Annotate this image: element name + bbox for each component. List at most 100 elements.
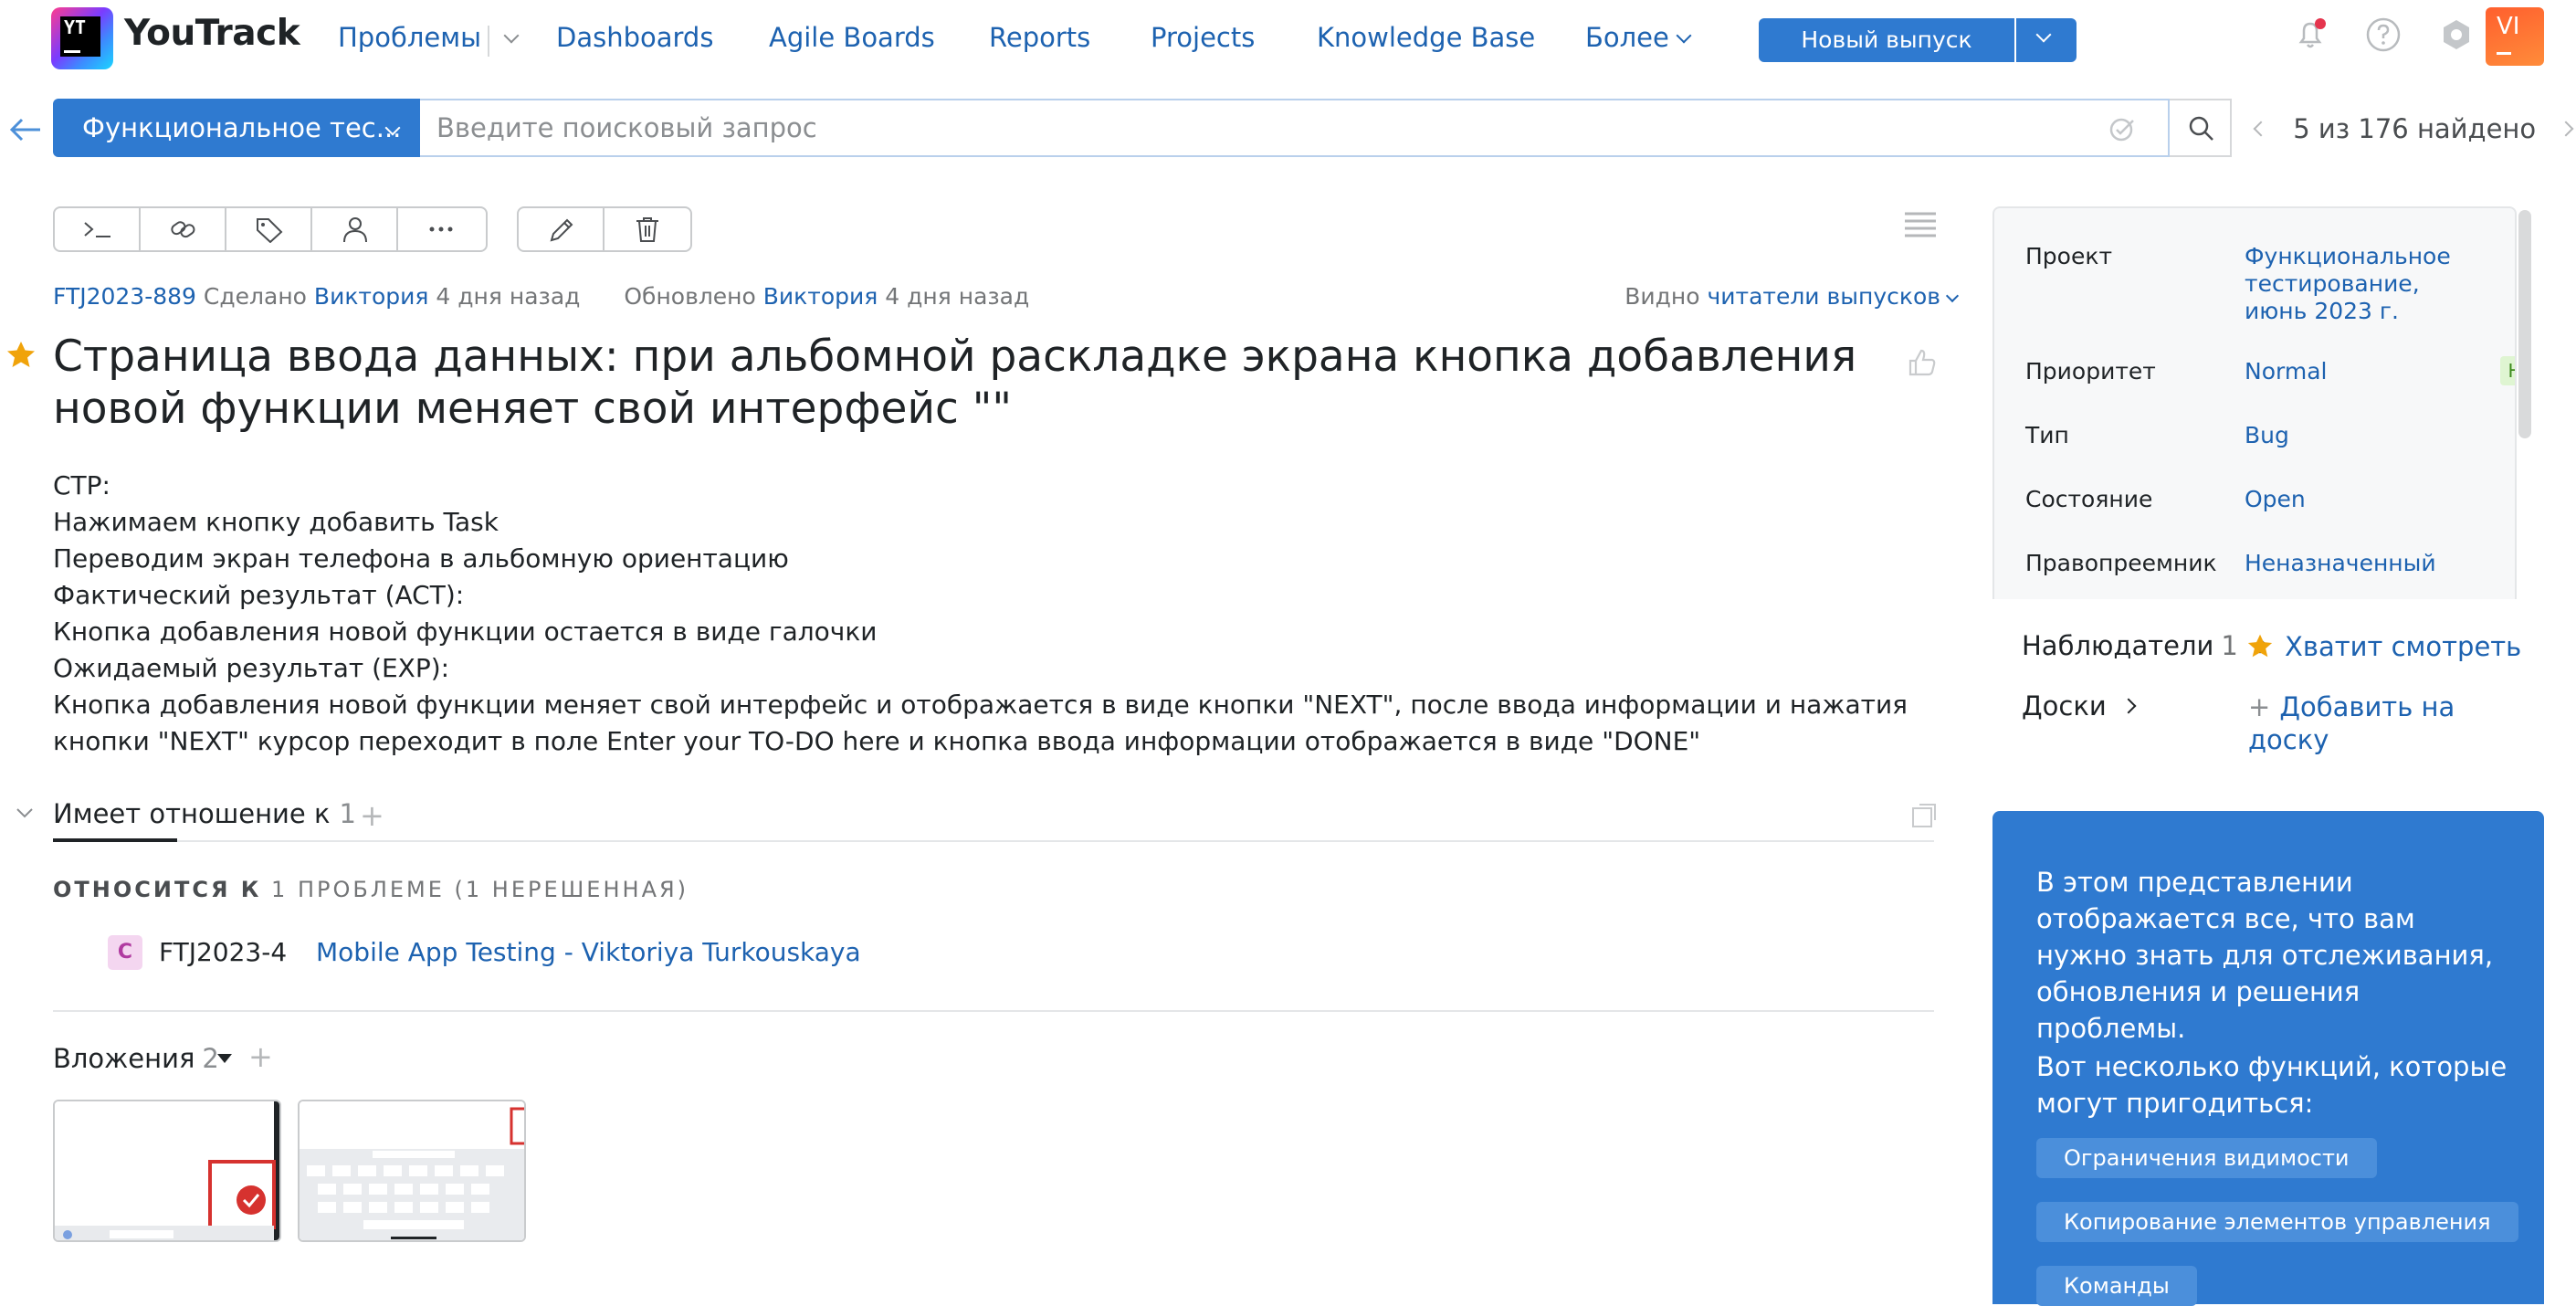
field-state[interactable]: Состояние Open [2025, 486, 2306, 512]
tab-relates-to[interactable]: Имеет отношение к 1 [53, 798, 356, 829]
onboarding-card: В этом представлении отображается все, ч… [1992, 811, 2544, 1306]
assignee-button[interactable] [312, 208, 398, 250]
created-prefix: Сделано [203, 283, 307, 310]
feature-chip-copy-controls[interactable]: Копирование элементов управления [2036, 1202, 2518, 1242]
onboarding-features-intro: Вот несколько функций, которые могут при… [2036, 1051, 2508, 1119]
field-value: Неназначенный [2245, 550, 2436, 576]
add-to-board-button[interactable]: + Добавить на доску [2248, 690, 2522, 756]
chevron-down-icon [2035, 26, 2052, 43]
feature-chip-commands[interactable]: Команды [2036, 1266, 2197, 1306]
nav-knowledge-base[interactable]: Knowledge Base [1317, 22, 1535, 53]
new-issue-dropdown-button[interactable] [2016, 18, 2077, 62]
delete-trash-icon [636, 217, 658, 242]
search-button[interactable] [2170, 99, 2232, 157]
issue-id-link[interactable]: FTJ2023-889 [53, 283, 196, 310]
search-icon [2189, 116, 2213, 141]
avatar-initials: VI [2497, 13, 2520, 40]
field-label: Проект [2025, 243, 2113, 269]
field-type[interactable]: Тип Bug [2025, 422, 2289, 448]
field-assignee[interactable]: Правопреемник Неназначенный [2025, 550, 2436, 576]
query-assist-icon[interactable] [2109, 117, 2137, 142]
notifications-bell-icon[interactable] [2292, 16, 2329, 53]
field-value: Функциональное тестирование, июнь 2023 г… [2245, 243, 2451, 324]
boards-toggle[interactable]: Доски [2022, 690, 2137, 721]
nav-reports[interactable]: Reports [989, 22, 1090, 53]
youtrack-logo[interactable]: YT [51, 7, 113, 69]
description-line: СТР: [53, 470, 110, 500]
relation-heading-bold: ОТНОСИТСЯ К [53, 877, 262, 902]
field-project[interactable]: Проект Функциональное тестирование, июнь… [2025, 243, 2451, 324]
command-button[interactable] [55, 208, 141, 250]
chevron-down-icon [503, 27, 520, 44]
edit-button[interactable] [519, 208, 605, 250]
delete-button[interactable] [605, 208, 690, 250]
created-time: 4 дня назад [436, 283, 581, 310]
project-filter-select[interactable]: Функциональное тес... [53, 99, 420, 157]
visibility-prefix: Видно [1624, 283, 1700, 310]
attachment-thumbnail-2[interactable] [298, 1100, 526, 1242]
linked-issue-state-badge: C [108, 935, 142, 970]
back-arrow-icon[interactable] [7, 113, 44, 146]
issue-description: СТР: Нажимаем кнопку добавить Task Перев… [53, 468, 1971, 760]
more-button[interactable] [398, 208, 484, 250]
previous-result-icon[interactable] [2253, 121, 2269, 137]
field-value: Bug [2245, 422, 2289, 448]
pager-text: 5 из 176 найдено [2293, 113, 2537, 144]
brand-name[interactable]: YouTrack [124, 13, 300, 54]
attachment-thumbnail-1[interactable] [53, 1100, 281, 1242]
command-icon [84, 222, 110, 237]
vote-thumbs-up-icon[interactable] [1907, 347, 1938, 378]
new-issue-button[interactable]: Новый выпуск [1759, 18, 2014, 62]
watchers-count: 1 [2221, 630, 2238, 661]
help-icon[interactable] [2365, 16, 2402, 53]
next-result-icon[interactable] [2558, 121, 2574, 137]
updated-time: 4 дня назад [885, 283, 1030, 310]
link-button[interactable] [141, 208, 226, 250]
nav-dashboards[interactable]: Dashboards [556, 22, 713, 53]
add-link-button[interactable]: + [360, 798, 384, 833]
relation-heading: ОТНОСИТСЯ К 1 ПРОБЛЕМЕ (1 НЕРЕШЕННАЯ) [53, 877, 689, 902]
description-line: Переводим экран телефона в альбомную ори… [53, 543, 789, 574]
toggle-panel-icon[interactable] [1903, 210, 1938, 241]
field-label: Приоритет [2025, 358, 2156, 384]
star-icon [2247, 634, 2273, 658]
user-avatar[interactable]: VI [2486, 7, 2544, 66]
add-attachment-button[interactable]: + [248, 1039, 273, 1074]
nav-issues-dropdown[interactable] [497, 22, 520, 53]
edit-pencil-icon [550, 218, 573, 242]
field-value: Open [2245, 486, 2306, 512]
watchers-label: Наблюдатели [2022, 630, 2214, 661]
section-divider [53, 1010, 1934, 1012]
search-input[interactable]: Введите поисковый запрос [420, 99, 2170, 157]
open-links-window-icon[interactable] [1910, 802, 1938, 829]
settings-gear-icon[interactable] [2438, 16, 2475, 53]
field-priority[interactable]: Приоритет Normal Н [2025, 356, 2515, 385]
watchers-toggle[interactable]: Наблюдатели 1 [2022, 630, 2268, 661]
nav-issues[interactable]: Проблемы [338, 22, 481, 53]
issue-title: Страница ввода данных: при альбомной рас… [53, 332, 1857, 434]
nav-projects[interactable]: Projects [1151, 22, 1255, 53]
screenshot-image [55, 1101, 279, 1240]
collapse-links-icon[interactable] [15, 806, 35, 820]
visibility-value: читатели выпусков [1707, 283, 1940, 310]
stop-watching-button[interactable]: Хватит смотреть [2246, 630, 2521, 662]
attachments-title: Вложения [53, 1043, 195, 1074]
issue-fields-panel: Проект Функциональное тестирование, июнь… [1992, 206, 2517, 599]
add-to-board-label: Добавить на доску [2248, 691, 2455, 755]
feature-chip-visibility[interactable]: Ограничения видимости [2036, 1138, 2377, 1178]
linked-issue-summary-link[interactable]: Mobile App Testing - Viktoriya Turkouska… [316, 937, 861, 967]
field-label: Состояние [2025, 486, 2153, 512]
attachments-view-dropdown[interactable] [217, 1054, 232, 1063]
star-icon[interactable] [5, 340, 37, 369]
nav-agile-boards[interactable]: Agile Boards [769, 22, 935, 53]
visibility-selector[interactable]: Видно читатели выпусков [1624, 283, 1960, 310]
fields-scrollbar[interactable] [2518, 210, 2531, 438]
creator-link[interactable]: Виктория [314, 283, 429, 310]
relation-heading-rest: 1 ПРОБЛЕМЕ (1 НЕРЕШЕННАЯ) [271, 877, 689, 902]
description-line: Кнопка добавления новой функции остается… [53, 616, 878, 647]
updater-link[interactable]: Виктория [763, 283, 878, 310]
stop-watching-label: Хватит смотреть [2285, 631, 2522, 662]
description-line: Кнопка добавления новой функции меняет с… [53, 690, 1916, 756]
tag-button[interactable] [226, 208, 312, 250]
nav-more[interactable]: Более [1585, 22, 1692, 53]
